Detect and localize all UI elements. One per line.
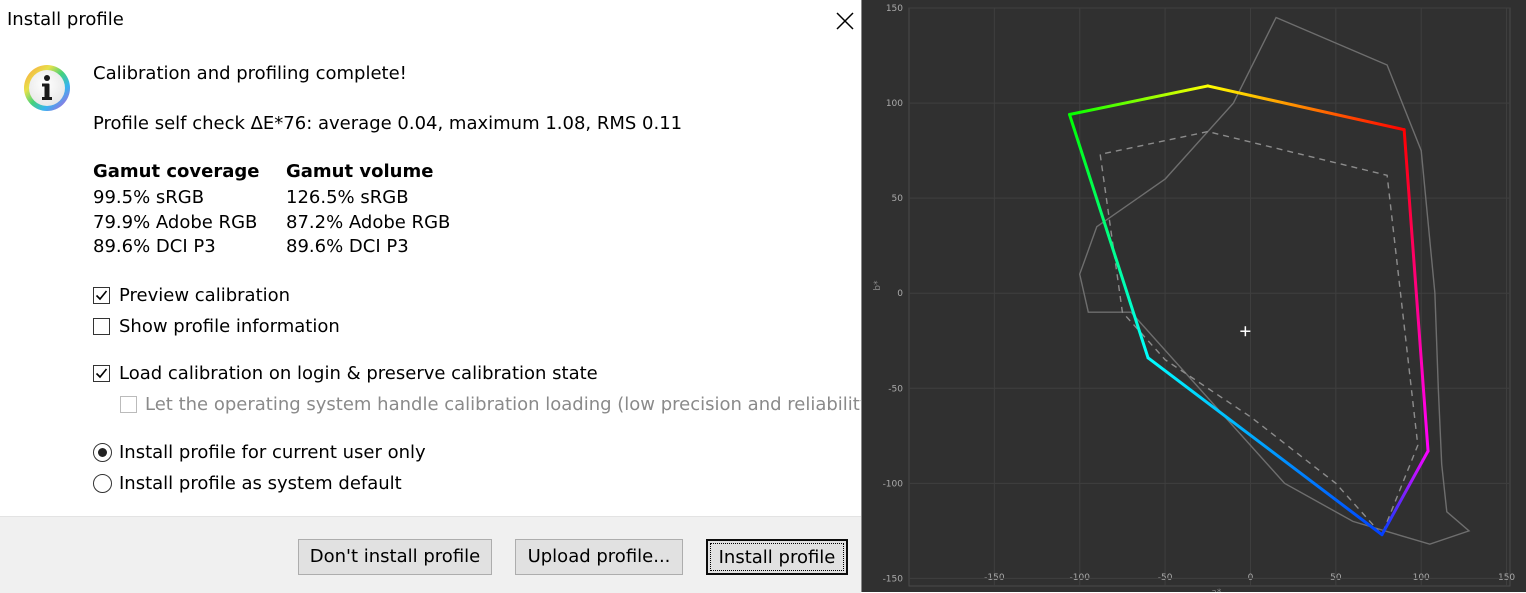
x-axis-label: a*	[1211, 588, 1222, 592]
install-system-default-label[interactable]: Install profile as system default	[119, 473, 402, 494]
checkmark-icon	[95, 290, 108, 301]
preview-calibration-checkbox[interactable]	[93, 287, 110, 304]
y-tick-label: 100	[886, 99, 903, 109]
self-check-text: Profile self check ΔE*76: average 0.04, …	[93, 113, 683, 134]
reference-gamut-outline	[1099, 130, 1419, 537]
gamut-volume-srgb: 126.5% sRGB	[286, 187, 409, 208]
visible-locus-outline	[1078, 16, 1471, 545]
y-tick-label: -150	[883, 574, 904, 584]
show-profile-info-label[interactable]: Show profile information	[119, 316, 340, 337]
install-profile-button[interactable]: Install profile	[706, 539, 848, 575]
gamut-volume-adobe-rgb: 87.2% Adobe RGB	[286, 212, 451, 233]
close-button[interactable]	[826, 4, 862, 36]
plot-frame	[908, 7, 1511, 587]
load-calibration-checkbox[interactable]	[93, 365, 110, 382]
install-current-user-label[interactable]: Install profile for current user only	[119, 442, 426, 463]
gamut-plot-svg: -150-100-50050100150150100500-50-100-150…	[873, 4, 1515, 592]
gamut-volume-header: Gamut volume	[286, 161, 434, 182]
install-system-default-radio[interactable]	[93, 474, 112, 493]
dialog-title: Install profile	[7, 9, 124, 30]
show-profile-info-checkbox[interactable]	[93, 318, 110, 335]
y-axis-label: b*	[873, 280, 883, 291]
checkmark-icon	[95, 368, 108, 379]
radio-selected-dot	[98, 448, 107, 457]
profile-gamut-segment	[1067, 112, 1150, 360]
y-tick-label: 150	[886, 4, 903, 14]
completion-heading: Calibration and profiling complete!	[93, 63, 407, 84]
install-current-user-radio[interactable]	[93, 443, 112, 462]
dont-install-profile-button[interactable]: Don't install profile	[298, 539, 492, 575]
gamut-coverage-header: Gamut coverage	[93, 161, 260, 182]
profile-gamut-segment	[1206, 84, 1406, 132]
preview-calibration-label[interactable]: Preview calibration	[119, 285, 290, 306]
focus-rectangle	[710, 543, 844, 571]
y-tick-label: -50	[888, 384, 903, 394]
gamut-coverage-adobe-rgb: 79.9% Adobe RGB	[93, 212, 258, 233]
y-tick-label: 50	[892, 194, 904, 204]
gamut-volume-dci-p3: 89.6% DCI P3	[286, 236, 409, 257]
os-handle-calibration-checkbox	[120, 396, 137, 413]
profile-gamut-segment	[1146, 356, 1384, 537]
load-calibration-label[interactable]: Load calibration on login & preserve cal…	[119, 363, 598, 384]
close-icon	[836, 12, 854, 30]
y-tick-label: -100	[883, 479, 904, 489]
gamut-coverage-srgb: 99.5% sRGB	[93, 187, 205, 208]
gamut-coverage-dci-p3: 89.6% DCI P3	[93, 236, 216, 257]
gamut-plot: -150-100-50050100150150100500-50-100-150…	[862, 0, 1526, 592]
upload-profile-button[interactable]: Upload profile...	[515, 539, 683, 575]
button-bar: Don't install profile Upload profile... …	[0, 516, 861, 593]
title-bar: Install profile	[0, 0, 862, 40]
profile-gamut-segment	[1067, 84, 1210, 116]
os-handle-calibration-label: Let the operating system handle calibrat…	[145, 394, 878, 415]
y-tick-label: 0	[897, 289, 903, 299]
install-profile-dialog: Install profile Calibration and profilin…	[0, 0, 878, 593]
info-icon	[22, 63, 72, 113]
